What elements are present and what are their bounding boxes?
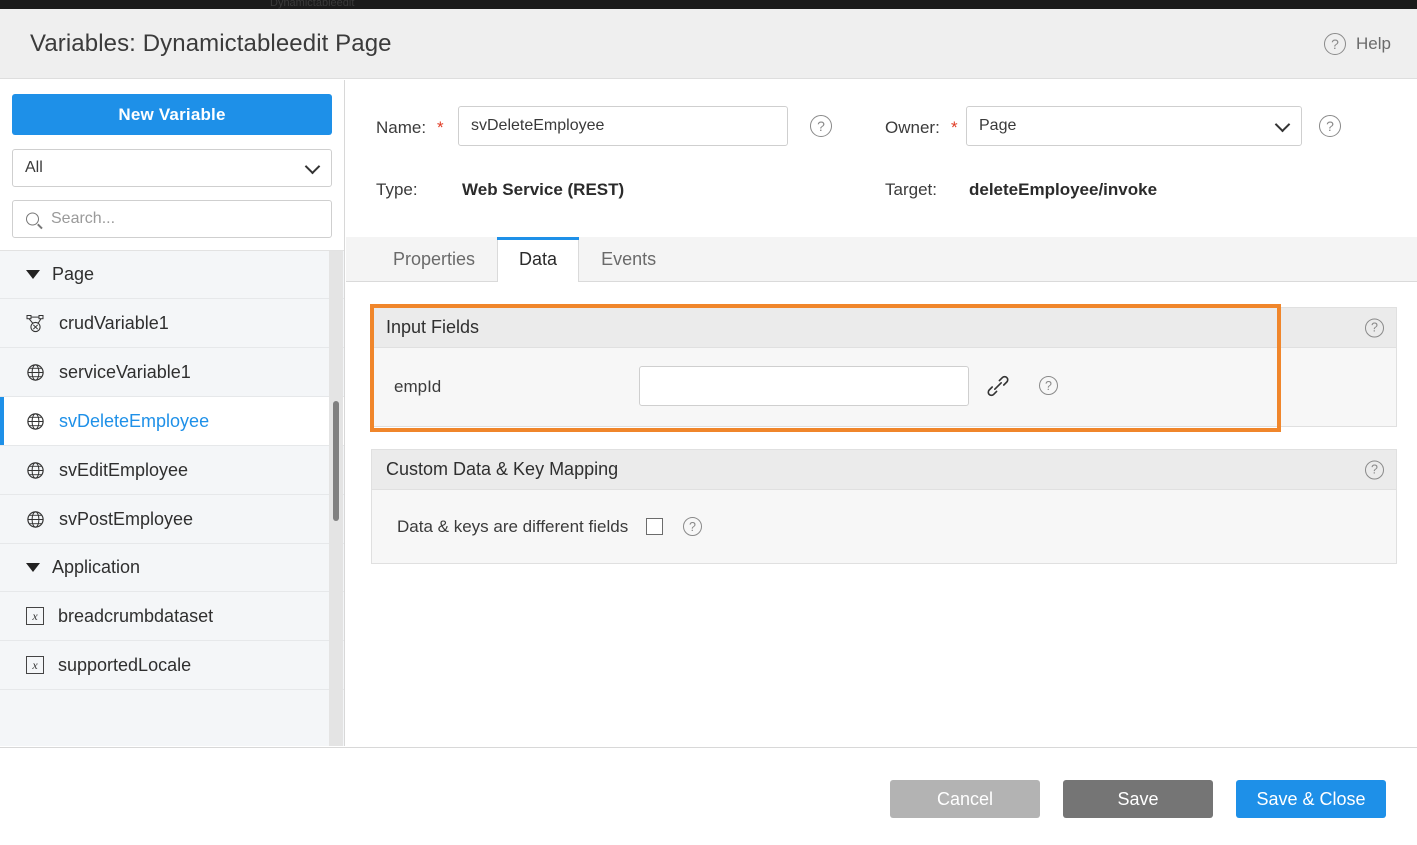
sidebar-scrollbar[interactable] (329, 251, 343, 746)
tree-item-label: supportedLocale (58, 655, 191, 676)
input-fields-panel: Input Fields empId (371, 307, 1397, 427)
sidebar-scrollbar-thumb[interactable] (333, 401, 339, 521)
different-fields-checkbox-label: Data & keys are different fields (397, 517, 628, 537)
chevron-down-icon (1275, 117, 1291, 133)
tree-item-label: breadcrumbdataset (58, 606, 213, 627)
variable-detail-panel: Name: * Owner: * Page Type: Web Service … (346, 80, 1417, 746)
dialog-header: Variables: Dynamictableedit Page Help (0, 9, 1417, 79)
input-fields-title: Input Fields (386, 317, 479, 338)
sidebar-controls: New Variable All (0, 80, 344, 238)
name-help-icon[interactable] (810, 115, 832, 137)
window-chrome-strip: Dynamictableedit (0, 0, 1417, 9)
owner-help-icon[interactable] (1319, 115, 1341, 137)
owner-label: Owner: (885, 118, 940, 138)
input-fields-help-icon[interactable] (1365, 318, 1384, 337)
search-input[interactable] (13, 201, 331, 237)
caret-down-icon (26, 270, 40, 279)
tab-properties[interactable]: Properties (371, 237, 497, 281)
window-chrome-ghost-text: Dynamictableedit (270, 0, 354, 9)
tree-item-breadcrumbdataset[interactable]: breadcrumbdataset (0, 592, 344, 641)
name-input[interactable] (458, 106, 788, 146)
owner-select[interactable]: Page (966, 106, 1302, 146)
custom-data-panel-body: Data & keys are different fields (372, 490, 1396, 564)
caret-down-icon (26, 563, 40, 572)
name-required-marker: * (437, 118, 444, 138)
input-field-label-empid: empId (394, 377, 441, 397)
search-field-wrapper (12, 200, 332, 238)
variable-box-icon (26, 656, 44, 674)
footer-buttons: Cancel Save Save & Close (890, 780, 1386, 818)
type-value: Web Service (REST) (462, 180, 624, 200)
cancel-button[interactable]: Cancel (890, 780, 1040, 818)
name-label: Name: (376, 118, 426, 138)
variables-dialog: Dynamictableedit Variables: Dynamictable… (0, 0, 1417, 845)
dialog-footer: Cancel Save Save & Close (0, 747, 1417, 845)
tree-item-servicevariable1[interactable]: serviceVariable1 (0, 348, 344, 397)
tab-events[interactable]: Events (579, 237, 678, 281)
target-value: deleteEmployee/invoke (969, 180, 1157, 200)
input-field-value-empid[interactable] (639, 366, 969, 406)
tree-item-label: crudVariable1 (59, 313, 169, 334)
different-fields-checkbox[interactable] (646, 518, 663, 535)
globe-icon (26, 510, 45, 529)
tree-item-crudvariable1[interactable]: crudVariable1 (0, 299, 344, 348)
tab-data[interactable]: Data (497, 237, 579, 282)
input-field-help-icon[interactable] (1039, 376, 1058, 395)
input-fields-panel-body: empId (372, 348, 1396, 427)
tree-item-sveditemployee[interactable]: svEditEmployee (0, 446, 344, 495)
search-icon (26, 213, 39, 226)
tab-label: Properties (393, 249, 475, 270)
owner-select-value: Page (979, 117, 1016, 135)
tree-empty-row (0, 690, 344, 746)
custom-data-panel: Custom Data & Key Mapping Data & keys ar… (371, 449, 1397, 564)
save-button[interactable]: Save (1063, 780, 1213, 818)
custom-data-inline-help-icon[interactable] (683, 517, 702, 536)
variable-type-filter-value: All (25, 159, 43, 177)
page-title: Variables: Dynamictableedit Page (30, 30, 392, 58)
tree-group-page[interactable]: Page (0, 251, 344, 299)
target-label: Target: (885, 180, 937, 200)
tree-group-application[interactable]: Application (0, 544, 344, 592)
tree-group-label: Application (52, 557, 140, 578)
globe-icon (26, 412, 45, 431)
help-label: Help (1356, 34, 1391, 54)
chevron-down-icon (305, 159, 321, 175)
variable-type-filter-select[interactable]: All (12, 149, 332, 187)
type-label: Type: (376, 180, 418, 200)
tree-group-label: Page (52, 264, 94, 285)
new-variable-button[interactable]: New Variable (12, 94, 332, 135)
owner-required-marker: * (951, 118, 958, 138)
custom-data-title: Custom Data & Key Mapping (386, 459, 618, 480)
save-and-close-button[interactable]: Save & Close (1236, 780, 1386, 818)
tree-item-label: serviceVariable1 (59, 362, 191, 383)
input-fields-panel-header: Input Fields (372, 308, 1396, 348)
question-circle-icon (1324, 33, 1346, 55)
variable-box-icon (26, 607, 44, 625)
tree-item-supportedlocale[interactable]: supportedLocale (0, 641, 344, 690)
custom-data-help-icon[interactable] (1365, 460, 1384, 479)
tab-label: Data (519, 249, 557, 270)
globe-icon (26, 461, 45, 480)
tree-item-label: svEditEmployee (59, 460, 188, 481)
globe-icon (26, 363, 45, 382)
tree-item-svdeleteemployee[interactable]: svDeleteEmployee (0, 397, 344, 446)
tab-label: Events (601, 249, 656, 270)
detail-tabs: Properties Data Events (346, 237, 1417, 282)
variables-tree: Page crudVariable1 (0, 250, 344, 746)
help-button[interactable]: Help (1324, 33, 1391, 55)
tree-item-label: svPostEmployee (59, 509, 193, 530)
tree-item-svpostemployee[interactable]: svPostEmployee (0, 495, 344, 544)
link-chain-icon[interactable] (987, 375, 1009, 397)
custom-data-panel-header: Custom Data & Key Mapping (372, 450, 1396, 490)
crud-variable-icon (26, 314, 45, 333)
variables-sidebar: New Variable All Page (0, 80, 345, 746)
tree-item-label: svDeleteEmployee (59, 411, 209, 432)
